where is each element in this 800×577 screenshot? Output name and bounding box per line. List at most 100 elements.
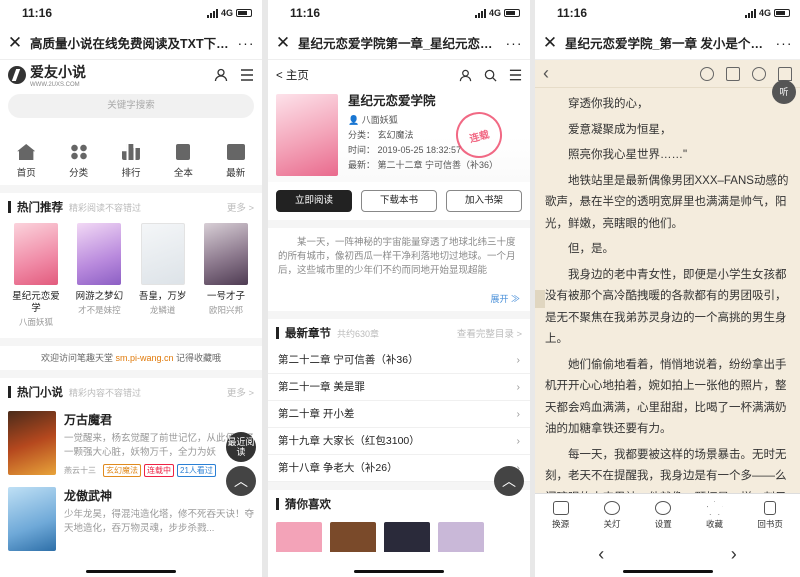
chapter-item[interactable]: 第二十章 开小差 › [268,401,530,428]
close-icon[interactable]: ✕ [541,33,559,53]
search-input[interactable]: 关键字搜索 [8,94,254,118]
prev-page-icon[interactable]: ‹ [598,544,604,565]
book-cover [276,94,338,176]
drawer-handle[interactable] [535,290,545,308]
more-icon[interactable]: ··· [774,35,794,51]
book-name: 万古魔君 [64,413,113,427]
book-desc: 少年龙昊，得混沌造化塔，修不死吞天诀！夺天地造化，吞万物灵魂，步步杀戮... [64,509,254,534]
paragraph: 每一天，我都要被这样的场景暴击。无时无刻，老天不在提醒我，我身边是有一个多——么… [545,448,787,494]
nav-ranking[interactable]: 排行 [121,144,140,179]
download-icon[interactable] [752,66,766,81]
book-cover [8,487,56,551]
book-cover[interactable] [384,522,430,552]
book-cover[interactable] [276,522,322,552]
paragraph: 我身边的老中青女性，即便是小学生女孩都没有被那个高冷酷拽暖的各款都有的男团吸引，… [545,268,787,346]
site-logo[interactable]: 爱友小说 WWW.2UXS.COM [8,62,86,88]
next-page-icon[interactable]: › [731,544,737,565]
hot-book-item[interactable]: 万古魔君 一觉醒来，杨玄觉醒了前世记忆，从此便有了一颗强大心脏，妖物万千，全力为… [0,406,262,482]
book-cover [203,223,248,285]
banner-site[interactable]: sm.pi-wang.cn [115,353,173,363]
more-icon[interactable]: ··· [236,35,256,51]
full-catalog-link[interactable]: 查看完整目录 > [457,326,522,340]
book-icon [764,501,777,515]
book-latest[interactable]: 最新： 第二十二章 宁可信善（补36） [348,158,498,173]
logo-icon [8,66,26,84]
home-indicator [354,570,444,573]
reader-screen: 11:16 4G ✕ 星纪元恋爱学院_第一章 发小是个中二... ··· ‹ 听 [535,0,800,577]
book-card[interactable]: 星纪元恋爱学 八面妖狐 [8,223,64,328]
search-icon[interactable] [484,69,497,82]
section-marker [276,498,279,510]
browser-nav: ‹ › [535,539,800,569]
action-buttons: 立即阅读 下载本书 加入书架 [268,182,530,220]
listen-button[interactable]: 听 [772,80,796,104]
chapter-item[interactable]: 第二十一章 美是罪 › [268,374,530,401]
nav-latest[interactable]: 最新 [226,144,245,179]
chevron-right-icon: › [516,408,521,420]
network-label: 4G [758,8,771,18]
nav-complete[interactable]: 全本 [174,144,193,179]
back-to-top-button[interactable]: ︿ [494,466,524,496]
menu-icon[interactable] [509,69,522,81]
book-card[interactable]: 吾皇，万岁 龙鳞道 [135,223,191,328]
expand-link[interactable]: 展开 ≫ [268,292,530,311]
browser-titlebar: ✕ 星纪元恋爱学院第一章_星纪元恋爱学院T... ··· [268,26,530,60]
status-time: 11:16 [290,6,321,20]
nav-label: 首页 [16,168,36,179]
book-name: 吾皇，万岁 [138,291,187,302]
site-header: 爱友小说 WWW.2UXS.COM [0,60,262,90]
nav-home[interactable]: 首页 [17,144,36,179]
guess-header: 猜你喜欢 [268,482,530,518]
user-icon[interactable] [214,68,228,82]
section-marker [8,386,11,398]
section-title: 最新章节 [285,328,331,340]
book-cover[interactable] [438,522,484,552]
chapter-item[interactable]: 第十八章 争老大（补26） › [268,455,530,482]
home-icon [17,144,36,160]
site-header: < 主页 [268,60,530,90]
book-card[interactable]: 网游之梦幻 才不是妹控 [71,223,127,328]
download-button[interactable]: 下载本书 [361,190,437,212]
user-icon[interactable] [700,66,714,81]
back-to-top-button[interactable]: ︿ [226,466,256,496]
nav-category[interactable]: 分类 [69,144,88,179]
settings-button[interactable]: 设置 [655,501,672,530]
section-marker [276,327,279,339]
close-icon[interactable]: ✕ [274,33,292,53]
more-link[interactable]: 更多 > [227,385,254,399]
book-cover [77,223,122,285]
chapter-item[interactable]: 第二十二章 宁可信善（补36） › [268,347,530,374]
menu-icon[interactable] [240,69,254,81]
more-link[interactable]: 更多 > [227,200,254,214]
book-card[interactable]: 一号才子 欧阳兴邦 [198,223,254,328]
paragraph: 但，是。 [568,243,614,255]
back-home-link[interactable]: < 主页 [276,67,309,83]
recommend-header: 热门推荐 精彩阅读不容错过 更多 > [0,193,262,221]
recent-read-button[interactable]: 最近阅读 [226,432,256,462]
change-source-button[interactable]: 换源 [552,501,569,530]
banner-prefix: 欢迎访问笔趣天堂 [40,353,113,363]
back-icon[interactable]: ‹ [543,63,549,84]
lights-off-button[interactable]: 关灯 [603,501,620,530]
book-page-button[interactable]: 回书页 [757,501,783,530]
logo-text: 爱友小说 [30,64,86,80]
signal-icon [206,8,218,18]
hot-header: 热门小说 精彩内容不容错过 更多 > [0,378,262,406]
status-time: 11:16 [557,6,588,20]
favorite-button[interactable]: 收藏 [706,501,723,530]
page-title: 星纪元恋爱学院_第一章 发小是个中二... [565,37,774,51]
close-icon[interactable]: ✕ [6,33,24,53]
more-icon[interactable]: ··· [504,35,524,51]
status-bar: 11:16 4G [0,0,262,26]
book-cover[interactable] [330,522,376,552]
hot-book-item[interactable]: 龙傲武神 少年龙昊，得混沌造化塔，修不死吞天诀！夺天地造化，吞万物灵魂，步步杀戮… [0,482,262,556]
user-icon[interactable] [459,69,472,82]
read-now-button[interactable]: 立即阅读 [276,190,352,212]
home-icon[interactable] [778,66,792,81]
add-shelf-button[interactable]: 加入书架 [446,190,522,212]
section-subtitle: 精彩内容不容错过 [69,387,142,398]
section-subtitle: 精彩阅读不容错过 [69,202,142,213]
chapter-item[interactable]: 第十九章 大家长（红包3100） › [268,428,530,455]
book-intro: 某一天，一阵神秘的宇宙能量穿透了地球北纬三十度的所有城市，像初西瓜一样干净利落地… [268,220,530,292]
bookshelf-icon[interactable] [726,66,740,81]
